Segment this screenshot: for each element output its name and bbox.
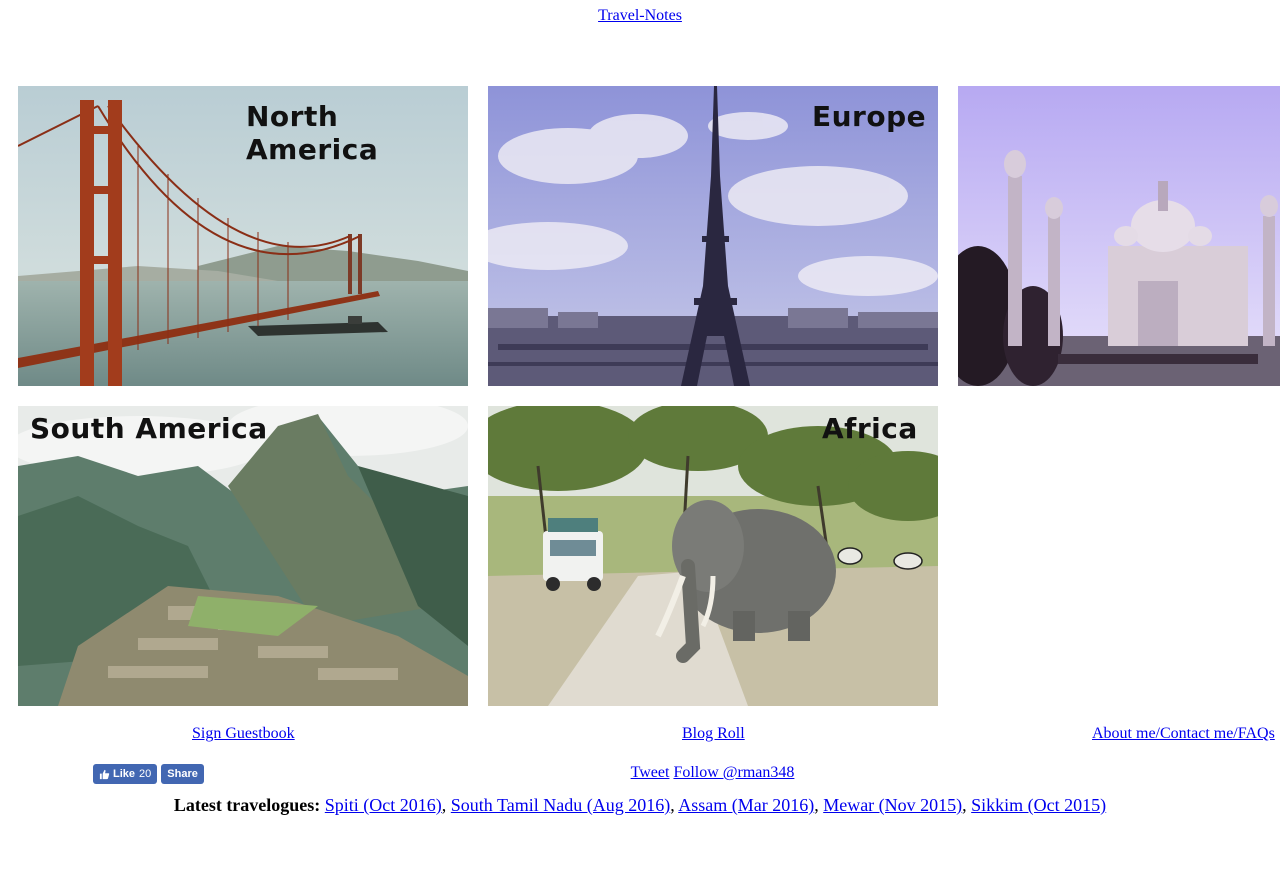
tile-label: Africa bbox=[822, 412, 918, 445]
latest-heading: Latest travelogues: bbox=[173, 795, 321, 815]
tile-europe[interactable]: Europe bbox=[488, 86, 938, 386]
travelogue-link[interactable]: Assam (Mar 2016) bbox=[678, 795, 814, 815]
blog-roll-link[interactable]: Blog Roll bbox=[682, 725, 745, 743]
tile-label: Europe bbox=[812, 100, 927, 133]
latest-travelogues: Latest travelogues: Spiti (Oct 2016), So… bbox=[173, 795, 1107, 815]
tile-asia[interactable] bbox=[958, 86, 1280, 386]
tile-north-america[interactable]: North America bbox=[18, 86, 468, 386]
sign-guestbook-link[interactable]: Sign Guestbook bbox=[192, 725, 295, 743]
mausoleum-image bbox=[958, 86, 1280, 386]
site-header: Travel-Notes bbox=[0, 7, 1280, 25]
tweet-link[interactable]: Tweet bbox=[631, 764, 670, 781]
machu-picchu-image bbox=[18, 406, 468, 706]
tile-africa[interactable]: Africa bbox=[488, 406, 938, 706]
travel-notes-link[interactable]: Travel-Notes bbox=[598, 7, 682, 24]
tile-label: South America bbox=[30, 412, 268, 445]
tile-label: North America bbox=[246, 100, 379, 166]
about-contact-faqs-link[interactable]: About me/Contact me/FAQs bbox=[1092, 725, 1275, 743]
travelogue-link[interactable]: South Tamil Nadu (Aug 2016) bbox=[451, 795, 670, 815]
follow-link[interactable]: Follow @rman348 bbox=[673, 764, 794, 781]
travelogue-link[interactable]: Spiti (Oct 2016) bbox=[325, 795, 442, 815]
travelogue-link[interactable]: Mewar (Nov 2015) bbox=[823, 795, 962, 815]
tile-south-america[interactable]: South America bbox=[18, 406, 468, 706]
travelogue-link[interactable]: Sikkim (Oct 2015) bbox=[971, 795, 1106, 815]
elephant-safari-image bbox=[488, 406, 938, 706]
twitter-links: Tweet Follow @rman348 bbox=[0, 764, 1280, 782]
